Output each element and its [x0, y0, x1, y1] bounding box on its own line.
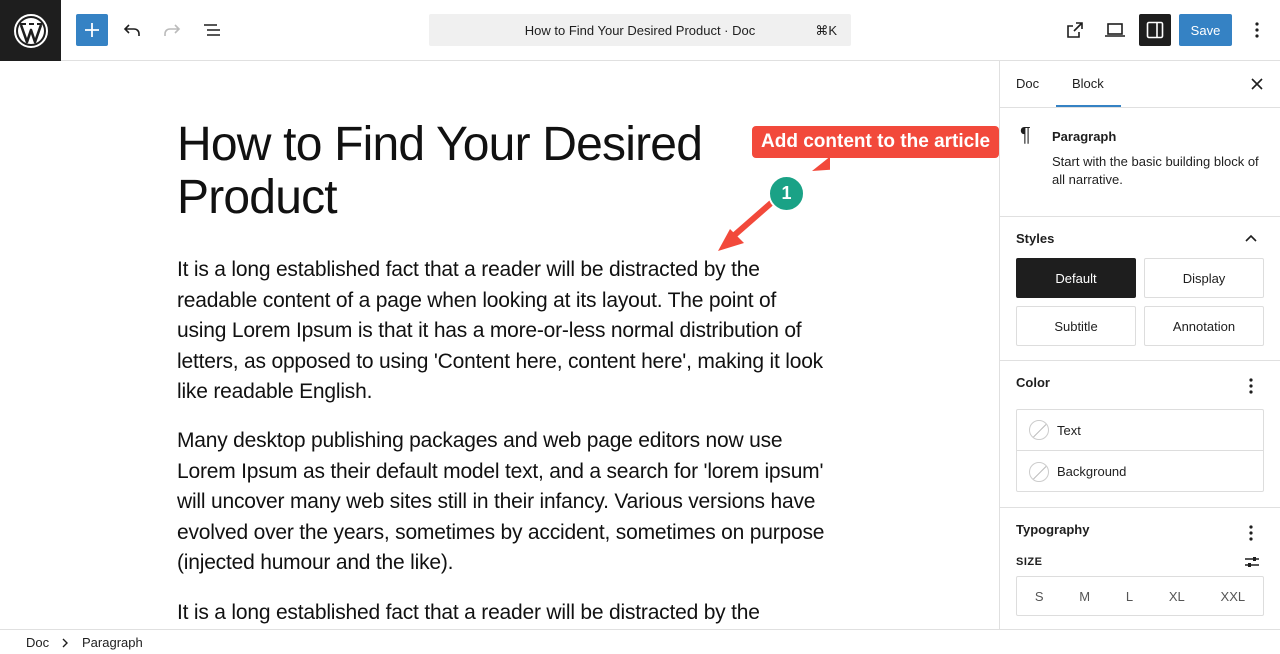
settings-toggle-button[interactable] — [1139, 14, 1171, 46]
preview-device-button[interactable] — [1099, 14, 1131, 46]
block-card: ¶ Paragraph Start with the basic buildin… — [1000, 108, 1280, 217]
more-vertical-icon — [1255, 22, 1259, 38]
sidebar-icon — [1146, 21, 1164, 39]
step-number-badge: 1 — [768, 175, 805, 212]
add-block-button[interactable] — [76, 14, 108, 46]
paragraph-block[interactable]: It is a long established fact that a rea… — [177, 255, 827, 408]
more-vertical-icon[interactable] — [1249, 378, 1253, 394]
options-menu-button[interactable] — [1241, 14, 1273, 46]
chevron-right-icon — [62, 638, 68, 648]
command-shortcut: ⌘K — [815, 23, 837, 38]
font-size-picker: S M L XL XXL — [1016, 576, 1264, 616]
size-option[interactable]: M — [1079, 589, 1090, 604]
style-annotation-button[interactable]: Annotation — [1144, 306, 1264, 346]
post-title[interactable]: How to Find Your Desired Product — [177, 118, 737, 224]
size-option[interactable]: XXL — [1221, 589, 1246, 604]
color-text-item[interactable]: Text — [1017, 410, 1263, 451]
size-option[interactable]: L — [1126, 589, 1133, 604]
chevron-up-icon[interactable] — [1244, 233, 1258, 243]
desktop-icon — [1105, 23, 1125, 37]
custom-size-icon[interactable] — [1244, 555, 1260, 569]
undo-icon — [123, 24, 140, 36]
panel-title[interactable]: Color — [1016, 375, 1050, 390]
size-option[interactable]: S — [1035, 589, 1044, 604]
view-post-button[interactable] — [1059, 14, 1091, 46]
typography-panel: Typography SIZE S M L XL XXL — [1000, 508, 1280, 629]
annotation-arrow-icon — [718, 156, 830, 251]
redo-button[interactable] — [156, 14, 188, 46]
editor-canvas: How to Find Your Desired Product It is a… — [0, 61, 999, 629]
command-palette-bar[interactable]: How to Find Your Desired Product · Doc ⌘… — [429, 14, 851, 46]
save-button[interactable]: Save — [1179, 14, 1232, 46]
list-view-icon — [204, 24, 220, 36]
paragraph-block[interactable]: Many desktop publishing packages and web… — [177, 426, 827, 579]
more-vertical-icon[interactable] — [1249, 525, 1253, 541]
active-tab-indicator — [1056, 105, 1121, 107]
editor-header: How to Find Your Desired Product · Doc ⌘… — [0, 0, 1280, 61]
color-background-item[interactable]: Background — [1017, 451, 1263, 492]
panel-title[interactable]: Styles — [1016, 231, 1054, 246]
tab-block[interactable]: Block — [1072, 76, 1104, 91]
paragraph-block[interactable]: It is a long established fact that a rea… — [177, 598, 827, 629]
block-name: Paragraph — [1052, 129, 1117, 144]
wordpress-logo-icon[interactable] — [0, 0, 61, 61]
color-item-label: Background — [1057, 464, 1127, 479]
plus-icon — [85, 23, 99, 37]
color-item-label: Text — [1057, 422, 1081, 438]
paragraph-icon: ¶ — [1020, 124, 1031, 146]
annotation-callout: Add content to the article — [752, 126, 999, 158]
document-title: How to Find Your Desired Product · Doc — [524, 23, 756, 38]
color-settings-box: Text Background — [1016, 409, 1264, 492]
block-description: Start with the basic building block of a… — [1052, 154, 1259, 187]
redo-icon — [164, 24, 181, 36]
external-link-icon — [1067, 22, 1083, 38]
style-display-button[interactable]: Display — [1144, 258, 1264, 298]
breadcrumb-paragraph[interactable]: Paragraph — [82, 635, 143, 650]
size-option[interactable]: XL — [1169, 589, 1185, 604]
size-label: SIZE — [1016, 556, 1043, 568]
color-panel: Color Text Background — [1000, 361, 1280, 508]
style-default-button[interactable]: Default — [1016, 258, 1136, 298]
tab-doc[interactable]: Doc — [1016, 76, 1039, 91]
block-breadcrumb: Doc Paragraph — [0, 629, 1280, 654]
close-icon[interactable] — [1248, 75, 1266, 93]
document-overview-button[interactable] — [196, 14, 228, 46]
color-swatch-icon — [1029, 461, 1049, 482]
color-swatch-icon — [1029, 420, 1049, 440]
styles-panel: Styles Default Display Subtitle Annotati… — [1000, 217, 1280, 361]
style-subtitle-button[interactable]: Subtitle — [1016, 306, 1136, 346]
undo-button[interactable] — [116, 14, 148, 46]
breadcrumb-doc[interactable]: Doc — [26, 635, 49, 650]
settings-sidebar: Doc Block ¶ Paragraph Start with the bas… — [999, 61, 1280, 629]
panel-title[interactable]: Typography — [1016, 522, 1089, 537]
sidebar-tabs: Doc Block — [1000, 61, 1280, 108]
